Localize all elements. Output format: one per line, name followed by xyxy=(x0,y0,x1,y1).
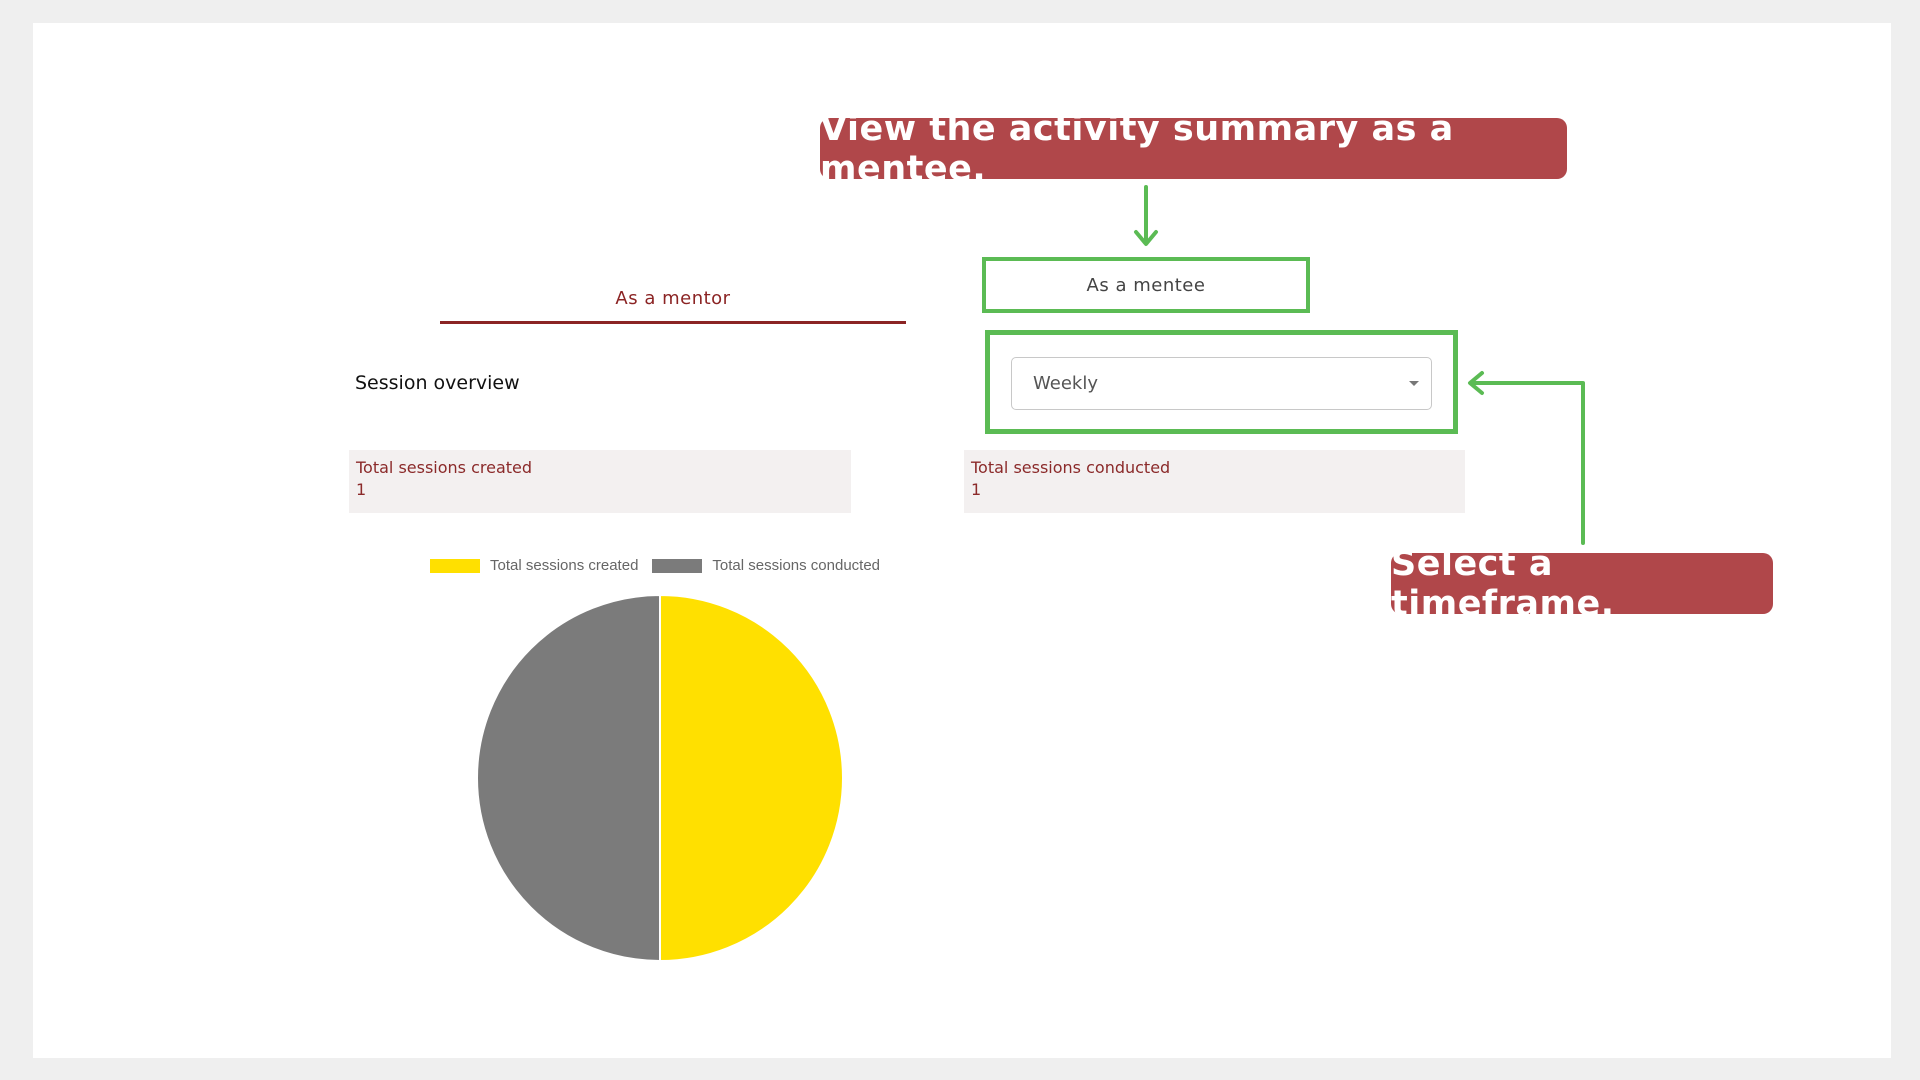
pie-slice-created[interactable] xyxy=(659,593,844,963)
timeframe-selected-value: Weekly xyxy=(1033,373,1098,394)
legend-label: Total sessions created xyxy=(490,557,639,574)
stat-total-sessions-conducted: Total sessions conducted 1 xyxy=(964,450,1465,513)
callout-select-timeframe: Select a timeframe. xyxy=(1391,544,1773,624)
sessions-pie-chart xyxy=(476,593,844,963)
stat-label: Total sessions conducted xyxy=(971,458,1171,477)
callout-view-as-mentee: View the activity summary as a mentee. xyxy=(820,109,1567,189)
legend-swatch xyxy=(652,558,703,573)
tab-as-mentor-label: As a mentor xyxy=(615,287,731,309)
tab-as-mentor[interactable]: As a mentor xyxy=(440,272,906,324)
stat-value: 1 xyxy=(356,480,367,499)
tab-as-mentee-label: As a mentee xyxy=(1086,274,1206,296)
caret-down-icon xyxy=(1409,381,1419,386)
stat-total-sessions-created: Total sessions created 1 xyxy=(349,450,851,513)
callout-text: View the activity summary as a mentee. xyxy=(820,108,1454,189)
legend-label: Total sessions conducted xyxy=(712,557,881,574)
stat-value: 1 xyxy=(971,480,982,499)
section-title: Session overview xyxy=(355,372,520,394)
callout-text: Select a timeframe. xyxy=(1391,543,1615,624)
legend-item-conducted[interactable]: Total sessions conducted xyxy=(652,557,880,574)
pie-slice-conducted[interactable] xyxy=(476,593,661,963)
active-tab-underline xyxy=(440,321,906,324)
tab-as-mentee[interactable]: As a mentee xyxy=(982,257,1310,313)
legend-swatch xyxy=(430,558,480,573)
legend-item-created[interactable]: Total sessions created xyxy=(430,557,638,574)
chart-legend: Total sessions created Total sessions co… xyxy=(430,557,894,574)
timeframe-select[interactable]: Weekly xyxy=(1011,357,1432,410)
stat-label: Total sessions created xyxy=(356,458,533,477)
